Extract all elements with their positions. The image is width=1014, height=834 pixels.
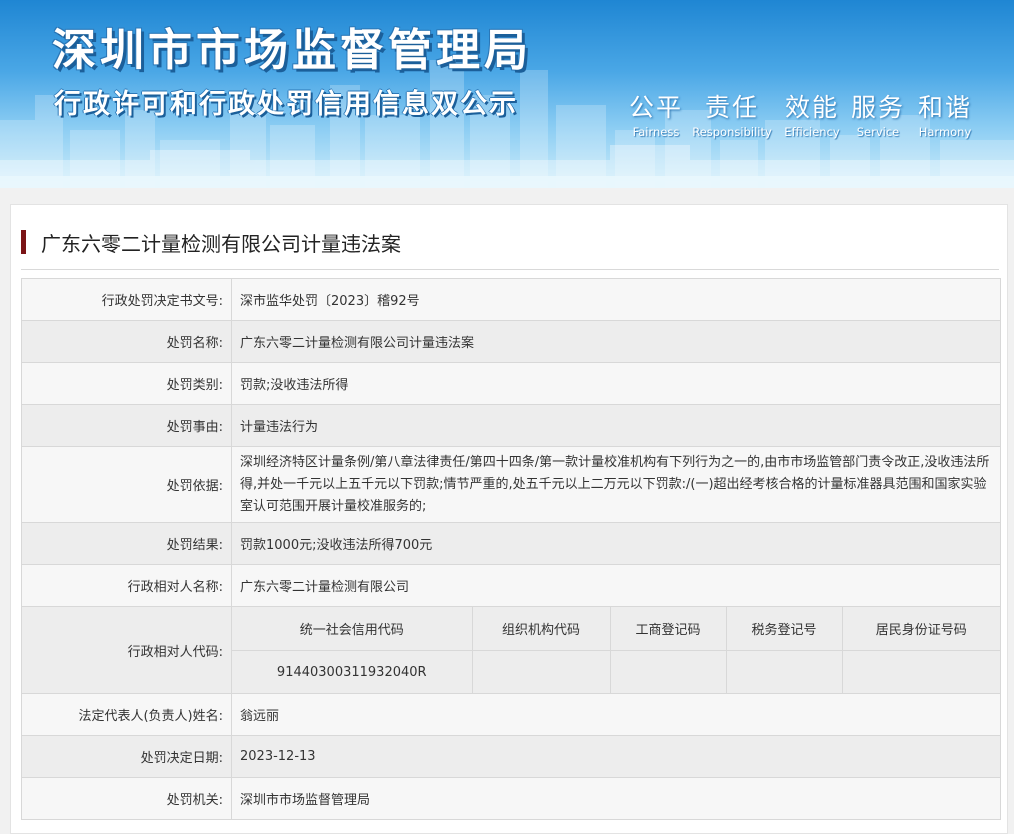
site-subtitle: 行政许可和行政处罚信用信息双公示 — [54, 89, 518, 120]
table-row: 处罚事由: 计量违法行为 — [21, 404, 1001, 447]
party-code-value-row: 91440300311932040R — [232, 650, 1000, 693]
party-code-header: 统一社会信用代码 — [232, 607, 473, 651]
table-row: 处罚名称: 广东六零二计量检测有限公司计量违法案 — [21, 320, 1001, 363]
field-value: 罚款1000元;没收违法所得700元 — [231, 522, 1001, 565]
slogan-en: Service — [856, 125, 900, 139]
table-row: 行政相对人代码: 统一社会信用代码 组织机构代码 工商登记码 税务登记号 居民身… — [21, 606, 1001, 694]
table-row: 行政处罚决定书文号: 深市监华处罚〔2023〕稽92号 — [21, 278, 1001, 321]
site-title: 深圳市市场监督管理局 — [52, 25, 532, 76]
party-code-value — [725, 650, 843, 693]
case-title-block: 广东六零二计量检测有限公司计量违法案 — [21, 226, 999, 270]
slogan-en: Fairness — [632, 125, 680, 139]
party-code-cell: 统一社会信用代码 组织机构代码 工商登记码 税务登记号 居民身份证号码 9144… — [231, 606, 1001, 694]
case-detail-panel: 广东六零二计量检测有限公司计量违法案 行政处罚决定书文号: 深市监华处罚〔202… — [10, 204, 1008, 834]
field-label: 行政相对人名称: — [21, 564, 232, 607]
party-code-value: 91440300311932040R — [232, 650, 473, 693]
slogan-responsibility: 责任 Responsibility — [690, 88, 774, 139]
slogan-efficiency: 效能 Efficiency — [780, 88, 844, 139]
case-title: 广东六零二计量检测有限公司计量违法案 — [41, 232, 401, 256]
case-info-table: 行政处罚决定书文号: 深市监华处罚〔2023〕稽92号 处罚名称: 广东六零二计… — [21, 278, 1001, 820]
slogan-service: 服务 Service — [850, 88, 906, 139]
field-value: 深圳市市场监督管理局 — [231, 777, 1001, 820]
slogan-cn: 责任 — [704, 93, 759, 122]
slogan-en: Harmony — [918, 125, 972, 139]
table-row: 行政相对人名称: 广东六零二计量检测有限公司 — [21, 564, 1001, 607]
slogan-cn: 服务 — [850, 93, 905, 122]
party-code-header-row: 统一社会信用代码 组织机构代码 工商登记码 税务登记号 居民身份证号码 — [232, 607, 1000, 651]
party-code-header: 居民身份证号码 — [841, 607, 1000, 651]
field-value: 广东六零二计量检测有限公司计量违法案 — [231, 320, 1001, 363]
title-accent-bar — [21, 230, 26, 254]
table-row: 处罚类别: 罚款;没收违法所得 — [21, 362, 1001, 405]
field-value: 广东六零二计量检测有限公司 — [231, 564, 1001, 607]
field-value: 深市监华处罚〔2023〕稽92号 — [231, 278, 1001, 321]
slogan-fairness: 公平 Fairness — [626, 88, 686, 139]
party-code-value — [841, 650, 1000, 693]
party-code-value — [471, 650, 611, 693]
slogan-en: Responsibility — [692, 125, 772, 139]
table-row: 处罚结果: 罚款1000元;没收违法所得700元 — [21, 522, 1001, 565]
field-label: 处罚机关: — [21, 777, 232, 820]
header-banner: 深圳市市场监督管理局 行政许可和行政处罚信用信息双公示 公平 Fairness … — [0, 0, 1014, 188]
field-label: 处罚名称: — [21, 320, 232, 363]
slogan-harmony: 和谐 Harmony — [914, 88, 976, 139]
table-row: 处罚机关: 深圳市市场监督管理局 — [21, 777, 1001, 820]
party-code-table: 统一社会信用代码 组织机构代码 工商登记码 税务登记号 居民身份证号码 9144… — [232, 607, 1000, 693]
field-label: 行政相对人代码: — [21, 606, 232, 694]
field-label: 处罚依据: — [21, 446, 232, 523]
field-label: 处罚事由: — [21, 404, 232, 447]
field-label: 处罚决定日期: — [21, 735, 232, 778]
party-code-header: 组织机构代码 — [471, 607, 611, 651]
field-label: 行政处罚决定书文号: — [21, 278, 232, 321]
field-label: 法定代表人(负责人)姓名: — [21, 693, 232, 736]
slogan-en: Efficiency — [784, 125, 840, 139]
field-value: 计量违法行为 — [231, 404, 1001, 447]
slogan-cn: 公平 — [628, 93, 683, 122]
field-label: 处罚类别: — [21, 362, 232, 405]
table-row: 法定代表人(负责人)姓名: 翁远丽 — [21, 693, 1001, 736]
table-row: 处罚依据: 深圳经济特区计量条例/第八章法律责任/第四十四条/第一款计量校准机构… — [21, 446, 1001, 523]
field-label: 处罚结果: — [21, 522, 232, 565]
field-value: 深圳经济特区计量条例/第八章法律责任/第四十四条/第一款计量校准机构有下列行为之… — [231, 446, 1001, 523]
table-row: 处罚决定日期: 2023-12-13 — [21, 735, 1001, 778]
slogan-cn: 效能 — [784, 93, 839, 122]
field-value: 翁远丽 — [231, 693, 1001, 736]
party-code-header: 工商登记码 — [609, 607, 727, 651]
slogan-cn: 和谐 — [917, 93, 972, 122]
field-value: 2023-12-13 — [231, 735, 1001, 778]
field-value: 罚款;没收违法所得 — [231, 362, 1001, 405]
party-code-value — [609, 650, 727, 693]
party-code-header: 税务登记号 — [725, 607, 843, 651]
